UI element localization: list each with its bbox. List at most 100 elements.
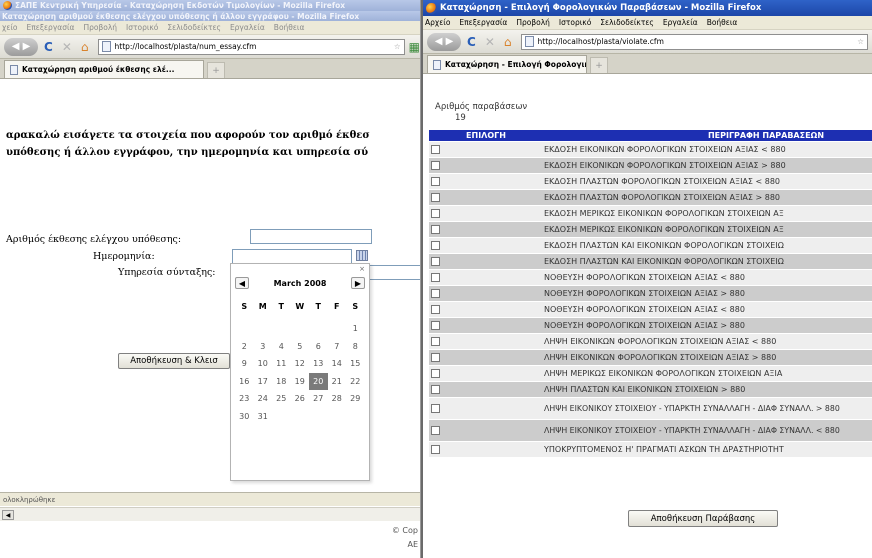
calendar-day[interactable]: 12 bbox=[291, 355, 310, 373]
date-input[interactable] bbox=[232, 249, 352, 264]
calendar-day[interactable]: 27 bbox=[309, 390, 328, 408]
right-menu-item[interactable]: Ιστορικό bbox=[559, 18, 591, 27]
horizontal-scrollbar[interactable]: ◀ bbox=[0, 507, 420, 521]
calendar-day[interactable]: 31 bbox=[254, 408, 273, 426]
violation-checkbox[interactable] bbox=[431, 161, 440, 170]
report-number-input[interactable] bbox=[250, 229, 372, 244]
violation-checkbox[interactable] bbox=[431, 145, 440, 154]
home-icon[interactable]: ⌂ bbox=[504, 35, 512, 49]
scroll-left-icon[interactable]: ◀ bbox=[2, 510, 14, 520]
violation-checkbox[interactable] bbox=[431, 241, 440, 250]
calendar-day[interactable]: 13 bbox=[309, 355, 328, 373]
right-menu-item[interactable]: Σελιδοδείκτες bbox=[600, 18, 654, 27]
calendar-day[interactable]: 24 bbox=[254, 390, 273, 408]
page-icon bbox=[524, 36, 534, 47]
bookmark-star-icon[interactable]: ☆ bbox=[857, 37, 864, 46]
tab-page-icon bbox=[433, 59, 441, 70]
calendar-day[interactable]: 2 bbox=[235, 338, 254, 356]
violation-checkbox[interactable] bbox=[431, 385, 440, 394]
calendar-day[interactable]: 9 bbox=[235, 355, 254, 373]
new-tab-button[interactable]: + bbox=[590, 57, 608, 73]
right-title-bar[interactable]: Καταχώρηση - Επιλογή Φορολογικών Παραβάσ… bbox=[423, 0, 872, 16]
right-menu-item[interactable]: Εργαλεία bbox=[663, 18, 698, 27]
calendar-day[interactable]: 6 bbox=[309, 338, 328, 356]
calendar-day[interactable]: 23 bbox=[235, 390, 254, 408]
reload-icon[interactable]: C bbox=[44, 40, 53, 54]
violation-checkbox[interactable] bbox=[431, 273, 440, 282]
back-forward-button[interactable]: ◀ ▶ bbox=[4, 37, 38, 56]
violation-checkbox[interactable] bbox=[431, 225, 440, 234]
selection-cell bbox=[429, 158, 543, 173]
violation-checkbox[interactable] bbox=[431, 445, 440, 454]
left-menu-item[interactable]: Ιστορικό bbox=[126, 23, 158, 32]
left-menu-item[interactable]: χείο bbox=[2, 23, 18, 32]
left-title-bar[interactable]: ΣΑΠΕ Κεντρική Υπηρεσία - Καταχώρηση Εκδο… bbox=[0, 0, 420, 11]
home-icon[interactable]: ⌂ bbox=[81, 40, 89, 54]
right-url-bar[interactable]: http://localhost/plasta/violate.cfm ☆ bbox=[520, 33, 868, 50]
reload-icon[interactable]: C bbox=[467, 35, 476, 49]
new-tab-button[interactable]: + bbox=[207, 62, 225, 78]
violation-checkbox[interactable] bbox=[431, 353, 440, 362]
calendar-day[interactable]: 1 bbox=[346, 320, 365, 338]
right-menu-item[interactable]: Επεξεργασία bbox=[459, 18, 507, 27]
calendar-day[interactable]: 26 bbox=[291, 390, 310, 408]
search-engine-icon[interactable]: ▦ bbox=[409, 40, 420, 54]
calendar-icon[interactable] bbox=[356, 250, 368, 261]
save-and-close-button[interactable]: Αποθήκευση & Κλεισ bbox=[118, 353, 230, 369]
violation-checkbox[interactable] bbox=[431, 337, 440, 346]
calendar-day[interactable]: 4 bbox=[272, 338, 291, 356]
back-forward-button[interactable]: ◀ ▶ bbox=[427, 32, 461, 51]
calendar-day[interactable]: 22 bbox=[346, 373, 365, 391]
stop-icon[interactable]: ✕ bbox=[62, 40, 72, 54]
table-row: ΕΚΔΟΣΗ ΠΛΑΣΤΩΝ ΚΑΙ ΕΙΚΟΝΙΚΩΝ ΦΟΡΟΛΟΓΙΚΩΝ… bbox=[429, 238, 872, 253]
calendar-day[interactable]: 11 bbox=[272, 355, 291, 373]
violation-checkbox[interactable] bbox=[431, 257, 440, 266]
left-menu-item[interactable]: Σελιδοδείκτες bbox=[167, 23, 221, 32]
calendar-day[interactable]: 30 bbox=[235, 408, 254, 426]
violation-checkbox[interactable] bbox=[431, 177, 440, 186]
left-menu-item[interactable]: Βοήθεια bbox=[274, 23, 305, 32]
calendar-day[interactable]: 20 bbox=[309, 372, 328, 390]
left-url-text: http://localhost/plasta/num_essay.cfm bbox=[114, 42, 257, 51]
calendar-day[interactable]: 7 bbox=[328, 338, 347, 356]
left-menu-item[interactable]: Εργαλεία bbox=[230, 23, 265, 32]
calendar-day[interactable]: 8 bbox=[346, 338, 365, 356]
calendar-day[interactable]: 28 bbox=[328, 390, 347, 408]
calendar-day[interactable]: 3 bbox=[254, 338, 273, 356]
violation-checkbox[interactable] bbox=[431, 209, 440, 218]
violation-checkbox[interactable] bbox=[431, 404, 440, 413]
calendar-day[interactable]: 10 bbox=[254, 355, 273, 373]
violation-checkbox[interactable] bbox=[431, 193, 440, 202]
bookmark-star-icon[interactable]: ☆ bbox=[394, 42, 401, 51]
calendar-day[interactable]: 19 bbox=[291, 373, 310, 391]
stop-icon[interactable]: ✕ bbox=[485, 35, 495, 49]
violation-checkbox[interactable] bbox=[431, 426, 440, 435]
calendar-day[interactable]: 17 bbox=[254, 373, 273, 391]
save-violation-button[interactable]: Αποθήκευση Παράβασης bbox=[628, 510, 778, 527]
calendar-day[interactable]: 29 bbox=[346, 390, 365, 408]
right-active-tab[interactable]: Καταχώρηση - Επιλογή Φορολογικώ... bbox=[427, 55, 587, 73]
right-menubar: Αρχείο Επεξεργασία Προβολή Ιστορικό Σελιδοδε… bbox=[423, 16, 872, 30]
calendar-prev-icon[interactable]: ◀ bbox=[235, 277, 249, 289]
calendar-day[interactable]: 21 bbox=[328, 373, 347, 391]
right-menu-item[interactable]: Βοήθεια bbox=[707, 18, 738, 27]
violation-checkbox[interactable] bbox=[431, 321, 440, 330]
calendar-day[interactable]: 16 bbox=[235, 373, 254, 391]
calendar-close-icon[interactable]: × bbox=[359, 265, 365, 273]
left-menu-item[interactable]: Επεξεργασία bbox=[27, 23, 75, 32]
right-menu-item[interactable]: Προβολή bbox=[516, 18, 550, 27]
violation-checkbox[interactable] bbox=[431, 305, 440, 314]
calendar-day[interactable]: 18 bbox=[272, 373, 291, 391]
calendar-day[interactable]: 5 bbox=[291, 338, 310, 356]
violation-checkbox[interactable] bbox=[431, 369, 440, 378]
calendar-next-icon[interactable]: ▶ bbox=[350, 277, 365, 289]
left-menu-item[interactable]: Προβολή bbox=[83, 23, 117, 32]
left-window-title[interactable]: Καταχώρηση αριθμού έκθεσης ελέγχου υπόθε… bbox=[0, 11, 420, 21]
left-url-bar[interactable]: http://localhost/plasta/num_essay.cfm ☆ bbox=[97, 38, 405, 55]
calendar-day[interactable]: 25 bbox=[272, 390, 291, 408]
left-active-tab[interactable]: Καταχώρηση αριθμού έκθεσης ελέ... bbox=[4, 60, 204, 78]
calendar-day[interactable]: 15 bbox=[346, 355, 365, 373]
right-menu-item[interactable]: Αρχείο bbox=[425, 18, 450, 27]
violation-checkbox[interactable] bbox=[431, 289, 440, 298]
calendar-day[interactable]: 14 bbox=[328, 355, 347, 373]
